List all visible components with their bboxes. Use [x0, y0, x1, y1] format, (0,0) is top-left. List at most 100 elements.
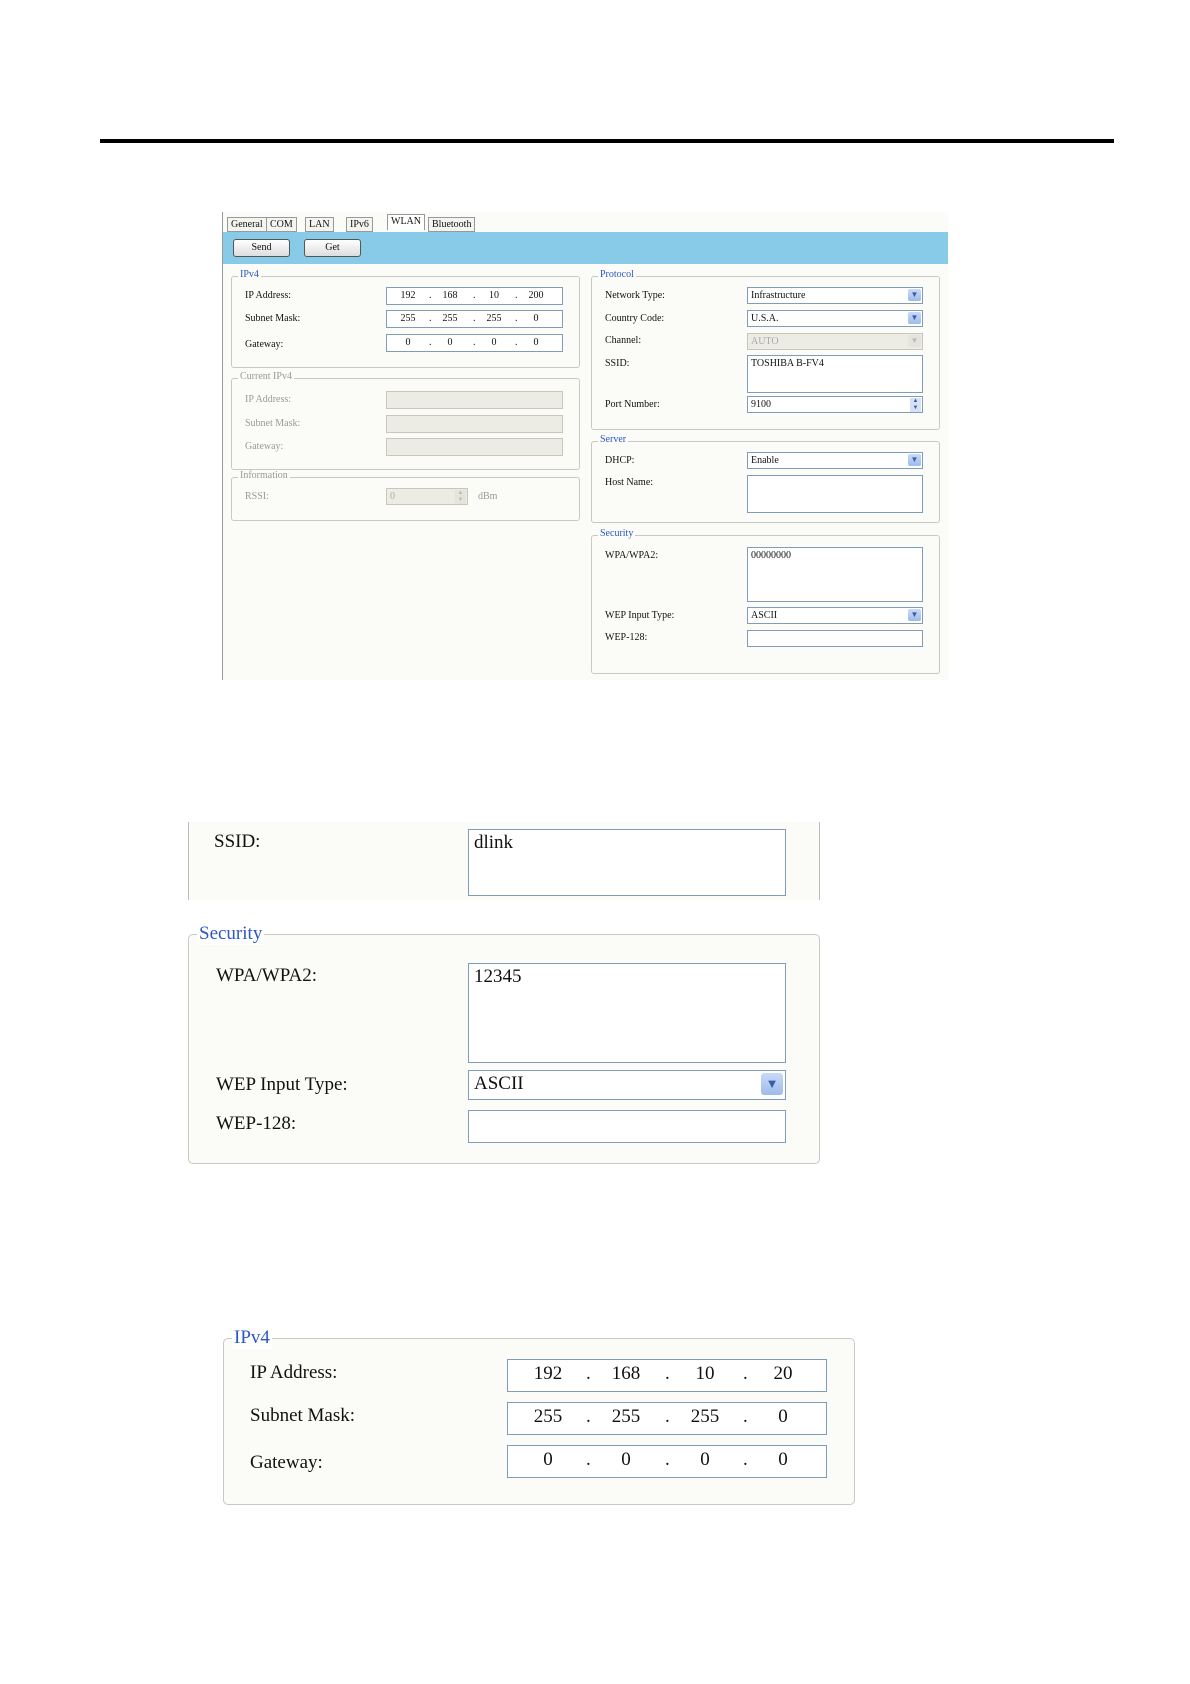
port-number-value: 9100 — [751, 399, 771, 410]
zoom-gateway-input[interactable]: 0. 0. 0. 0 — [507, 1445, 827, 1478]
zoom-gateway-octet-2[interactable]: 0 — [604, 1448, 648, 1472]
current-ip-address-field — [386, 391, 563, 409]
country-code-select[interactable]: U.S.A. ▼ — [747, 310, 923, 327]
ipv4-zoom-screenshot: IPv4 IP Address: 192. 168. 10. 20 Subnet… — [223, 1327, 855, 1505]
zoom-wep-128-input[interactable] — [468, 1110, 786, 1143]
ip-octet-2[interactable]: 168 — [435, 289, 465, 302]
mask-octet-2[interactable]: 255 — [435, 312, 465, 325]
information-group: Information RSSI: 0 ▲ ▼ dBm — [231, 470, 580, 521]
ip-octet-3[interactable]: 10 — [479, 289, 509, 302]
octet-separator: . — [515, 313, 518, 324]
send-button[interactable]: Send — [233, 239, 290, 257]
country-code-value: U.S.A. — [751, 313, 779, 324]
chevron-down-icon[interactable]: ▼ — [908, 454, 921, 466]
octet-separator: . — [473, 313, 476, 324]
zoom-ip-octet-2[interactable]: 168 — [604, 1362, 648, 1386]
ssid-input[interactable]: TOSHIBA B-FV4 — [747, 355, 923, 393]
tab-ipv6[interactable]: IPv6 — [346, 217, 373, 232]
port-number-input[interactable]: 9100 ▲ ▼ — [747, 396, 923, 413]
zoom-wpa-label: WPA/WPA2: — [216, 965, 318, 986]
gateway-octet-1[interactable]: 0 — [393, 336, 423, 349]
mask-octet-4[interactable]: 0 — [521, 312, 551, 325]
zoom-gateway-octet-3[interactable]: 0 — [683, 1448, 727, 1472]
zoom-ip-address-label: IP Address: — [250, 1362, 338, 1383]
zoom-wpa-input[interactable]: 12345 — [468, 963, 786, 1063]
chevron-down-icon[interactable]: ▼ — [908, 289, 921, 301]
tab-lan[interactable]: LAN — [305, 217, 334, 232]
network-type-select[interactable]: Infrastructure ▼ — [747, 287, 923, 304]
tab-general[interactable]: General — [227, 217, 267, 232]
gateway-octet-3[interactable]: 0 — [479, 336, 509, 349]
zoom-ssid-input[interactable]: dlink — [468, 829, 786, 896]
ssid-label: SSID: — [605, 358, 630, 369]
ip-octet-1[interactable]: 192 — [393, 289, 423, 302]
information-group-title: Information — [238, 470, 290, 482]
octet-separator: . — [515, 337, 518, 348]
zoom-wep-input-type-select[interactable]: ASCII ▼ — [468, 1070, 786, 1100]
zoom-mask-octet-1[interactable]: 255 — [526, 1405, 570, 1429]
octet-separator: . — [743, 1406, 748, 1427]
wep-128-label: WEP-128: — [605, 632, 648, 643]
wep-input-type-select[interactable]: ASCII ▼ — [747, 607, 923, 624]
wpa-input[interactable]: 00000000 — [747, 547, 923, 602]
dhcp-label: DHCP: — [605, 455, 635, 466]
zoom-mask-octet-3[interactable]: 255 — [683, 1405, 727, 1429]
gateway-input[interactable]: 0. 0. 0. 0 — [386, 334, 563, 352]
zoom-ip-octet-1[interactable]: 192 — [526, 1362, 570, 1386]
zoom-gateway-octet-4[interactable]: 0 — [761, 1448, 805, 1472]
tab-bluetooth[interactable]: Bluetooth — [428, 217, 476, 232]
protocol-group: Protocol Network Type: Infrastructure ▼ … — [591, 269, 940, 430]
octet-separator: . — [429, 313, 432, 324]
dhcp-value: Enable — [751, 455, 779, 466]
chevron-down-icon: ▼ — [908, 335, 921, 347]
host-name-label: Host Name: — [605, 477, 654, 488]
spin-arrows-icon: ▲ ▼ — [455, 490, 466, 504]
octet-separator: . — [515, 290, 518, 301]
octet-separator: . — [665, 1449, 670, 1470]
host-name-input[interactable] — [747, 475, 923, 513]
octet-separator: . — [586, 1449, 591, 1470]
zoom-ip-octet-3[interactable]: 10 — [683, 1362, 727, 1386]
gateway-label: Gateway: — [245, 339, 284, 350]
zoom-wep-input-type-label: WEP Input Type: — [216, 1074, 348, 1095]
chevron-down-icon[interactable]: ▼ — [908, 609, 921, 621]
zoom-gateway-octet-1[interactable]: 0 — [526, 1448, 570, 1472]
zoom-gateway-label: Gateway: — [250, 1452, 323, 1473]
ip-octet-4[interactable]: 200 — [521, 289, 551, 302]
ip-address-input[interactable]: 192. 168. 10. 200 — [386, 287, 563, 305]
wep-128-input[interactable] — [747, 630, 923, 647]
tab-com[interactable]: COM — [266, 217, 297, 232]
dhcp-select[interactable]: Enable ▼ — [747, 452, 923, 469]
wlan-settings-screenshot: General COM LAN IPv6 WLAN Bluetooth Send… — [222, 212, 948, 680]
zoom-mask-octet-2[interactable]: 255 — [604, 1405, 648, 1429]
ipv4-group-title: IPv4 — [238, 269, 261, 281]
octet-separator: . — [473, 290, 476, 301]
octet-separator: . — [473, 337, 476, 348]
zoom-mask-octet-4[interactable]: 0 — [761, 1405, 805, 1429]
octet-separator: . — [429, 290, 432, 301]
ip-address-label: IP Address: — [245, 290, 292, 301]
chevron-down-icon[interactable]: ▼ — [761, 1073, 783, 1095]
tab-wlan[interactable]: WLAN — [387, 214, 425, 230]
port-number-label: Port Number: — [605, 399, 660, 410]
zoom-ip-address-input[interactable]: 192. 168. 10. 20 — [507, 1359, 827, 1392]
zoom-ip-octet-4[interactable]: 20 — [761, 1362, 805, 1386]
subnet-mask-input[interactable]: 255. 255. 255. 0 — [386, 310, 563, 328]
zoom-wep-128-label: WEP-128: — [216, 1113, 297, 1134]
gateway-octet-4[interactable]: 0 — [521, 336, 551, 349]
wpa-label: WPA/WPA2: — [605, 550, 659, 561]
gateway-octet-2[interactable]: 0 — [435, 336, 465, 349]
rssi-unit: dBm — [478, 491, 498, 502]
current-subnet-mask-label: Subnet Mask: — [245, 418, 301, 429]
mask-octet-1[interactable]: 255 — [393, 312, 423, 325]
get-button[interactable]: Get — [304, 239, 361, 257]
current-gateway-label: Gateway: — [245, 441, 284, 452]
spin-arrows-icon[interactable]: ▲ ▼ — [910, 398, 921, 412]
octet-separator: . — [429, 337, 432, 348]
network-type-label: Network Type: — [605, 290, 665, 301]
zoom-subnet-mask-input[interactable]: 255. 255. 255. 0 — [507, 1402, 827, 1435]
chevron-down-icon[interactable]: ▼ — [908, 312, 921, 324]
rssi-field: 0 ▲ ▼ — [386, 488, 468, 505]
ipv4-group: IPv4 IP Address: 192. 168. 10. 200 Subne… — [231, 269, 580, 368]
mask-octet-3[interactable]: 255 — [479, 312, 509, 325]
